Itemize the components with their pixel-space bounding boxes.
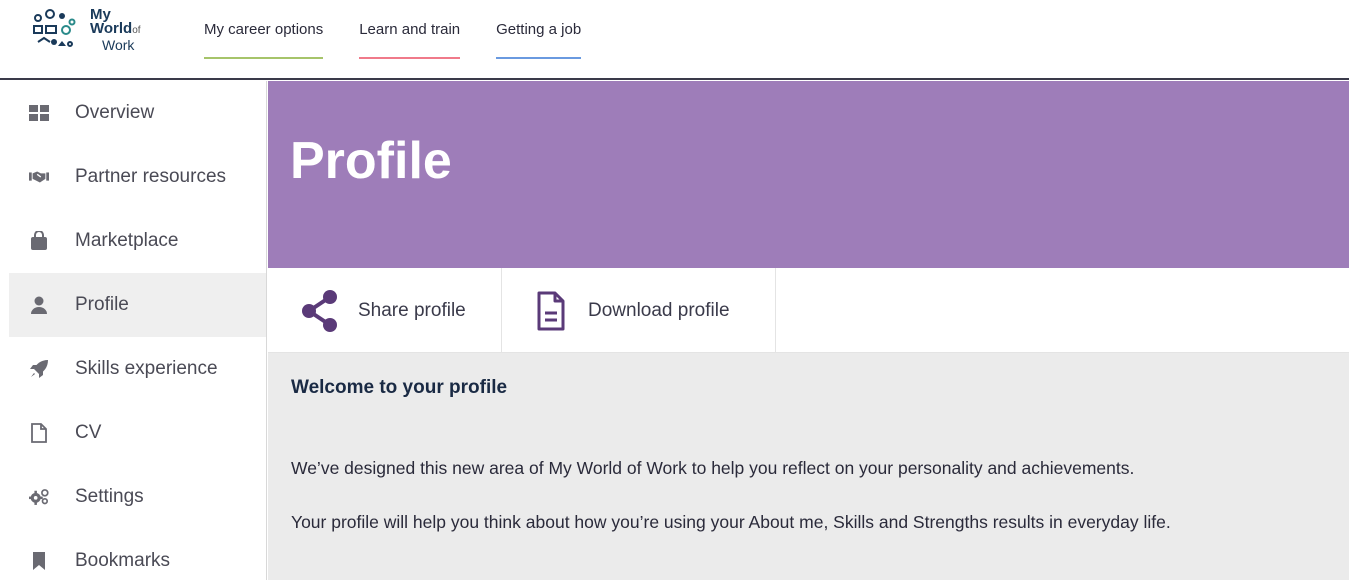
nav-getting-a-job[interactable]: Getting a job [496, 0, 582, 60]
user-icon [29, 295, 49, 315]
sidebar-item-skills-experience[interactable]: Skills experience [9, 337, 266, 401]
top-nav: My career options Learn and train Gettin… [204, 0, 617, 80]
nav-underline [496, 57, 582, 59]
sidebar-item-label: Partner resources [75, 166, 227, 187]
sidebar-item-label: Overview [75, 102, 155, 123]
nav-label: Learn and train [359, 21, 461, 38]
sidebar-item-partner-resources[interactable]: Partner resources [9, 145, 266, 209]
sidebar-item-profile[interactable]: Profile [9, 273, 266, 337]
bookmark-icon [29, 551, 49, 571]
profile-banner: Profile [268, 81, 1349, 268]
top-header: My Worldof Work My career options Learn … [0, 0, 1349, 80]
nav-label: My career options [204, 21, 324, 38]
sidebar-item-settings[interactable]: Settings [9, 465, 266, 529]
nav-learn-and-train[interactable]: Learn and train [359, 0, 461, 60]
nav-label: Getting a job [496, 21, 582, 38]
grid-icon [29, 103, 49, 123]
sidebar-item-marketplace[interactable]: Marketplace [9, 209, 266, 273]
sidebar-item-bookmarks[interactable]: Bookmarks [9, 529, 266, 580]
sidebar-item-label: Bookmarks [75, 550, 171, 571]
site-logo[interactable]: My Worldof Work [28, 6, 158, 62]
nav-underline [204, 57, 324, 59]
sidebar-item-label: Profile [75, 294, 129, 315]
gears-icon [29, 487, 49, 507]
file-text-icon [536, 291, 566, 331]
welcome-heading: Welcome to your profile [291, 377, 508, 398]
sidebar-item-cv[interactable]: CV [9, 401, 266, 465]
sidebar-item-label: Settings [75, 486, 144, 507]
intro-paragraph-2: Your profile will help you think about h… [291, 512, 1171, 532]
logo-wordmark: My Worldof Work [90, 7, 141, 53]
share-icon [300, 289, 340, 333]
bag-icon [29, 231, 49, 251]
sidebar-item-label: Marketplace [75, 230, 179, 251]
handshake-icon [29, 167, 49, 187]
document-icon [29, 423, 49, 443]
download-profile-label: Download profile [588, 299, 730, 321]
nav-my-career-options[interactable]: My career options [204, 0, 324, 60]
download-profile-button[interactable]: Download profile [502, 268, 776, 353]
logo-line-3: Work [102, 37, 135, 53]
intro-paragraph-1: We’ve designed this new area of My World… [291, 458, 1135, 478]
nav-underline [359, 57, 461, 59]
sidebar-item-label: CV [75, 422, 102, 443]
sidebar-nav: Overview Partner resources Marketplace P… [9, 81, 267, 580]
logo-icon [33, 9, 76, 47]
profile-content: Welcome to your profile We’ve designed t… [268, 353, 1349, 580]
share-profile-button[interactable]: Share profile [268, 268, 502, 353]
profile-actions: Share profile Download profile [268, 268, 1349, 353]
logo-of: of [132, 25, 141, 36]
logo-line-2: World [90, 20, 133, 37]
share-profile-label: Share profile [358, 299, 466, 321]
sidebar-item-overview[interactable]: Overview [9, 81, 266, 145]
rocket-icon [29, 359, 49, 379]
sidebar-item-label: Skills experience [75, 358, 218, 379]
page-title: Profile [290, 132, 452, 190]
